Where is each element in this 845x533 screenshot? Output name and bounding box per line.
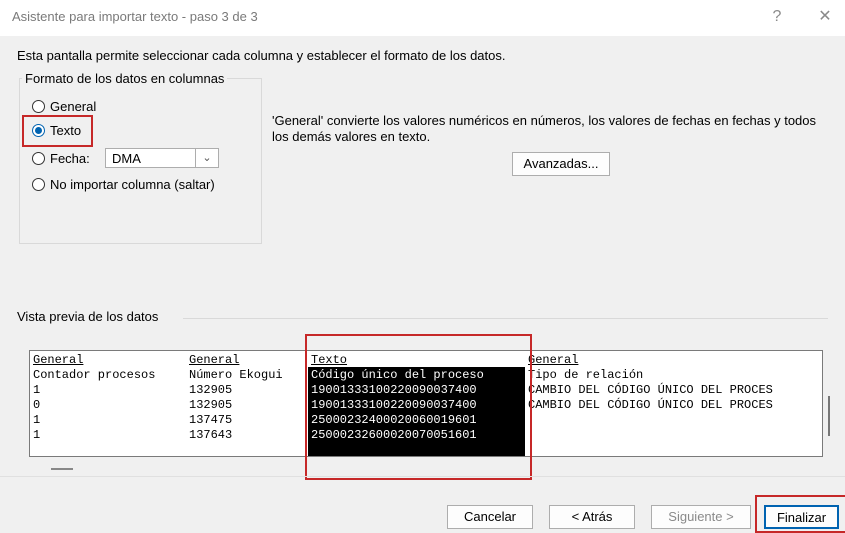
next-button[interactable]: Siguiente > xyxy=(651,505,751,529)
preview-cell: CAMBIO DEL CÓDIGO ÚNICO DEL PROCES xyxy=(528,398,773,412)
preview-divider xyxy=(183,318,828,319)
window-title: Asistente para importar texto - paso 3 d… xyxy=(12,9,258,24)
radio-icon[interactable] xyxy=(32,152,45,165)
radio-icon[interactable] xyxy=(32,178,45,191)
horizontal-scrollbar[interactable] xyxy=(51,468,73,470)
advanced-button[interactable]: Avanzadas... xyxy=(512,152,610,176)
finish-highlight-box xyxy=(755,495,845,533)
title-bar: Asistente para importar texto - paso 3 d… xyxy=(0,0,845,36)
preview-label: Vista previa de los datos xyxy=(17,309,159,324)
back-button[interactable]: < Atrás xyxy=(549,505,635,529)
radio-fecha-label: Fecha: xyxy=(50,151,90,166)
preview-column-header: General xyxy=(528,353,579,367)
vertical-scrollbar[interactable] xyxy=(828,396,830,436)
radio-skip[interactable]: No importar columna (saltar) xyxy=(32,177,215,192)
help-button[interactable]: ? xyxy=(764,6,790,28)
preview-cell: 132905 xyxy=(189,383,233,397)
format-info-text: 'General' convierte los valores numérico… xyxy=(272,113,817,144)
description-text: Esta pantalla permite seleccionar cada c… xyxy=(17,48,506,63)
preview-cell: 1 xyxy=(33,428,41,442)
radio-general[interactable]: General xyxy=(32,99,96,114)
radio-general-label: General xyxy=(50,99,97,114)
texto-highlight-box xyxy=(22,115,93,147)
preview-cell: Tipo de relación xyxy=(528,368,644,382)
preview-cell: 0 xyxy=(33,398,41,412)
cancel-button[interactable]: Cancelar xyxy=(447,505,533,529)
preview-cell: CAMBIO DEL CÓDIGO ÚNICO DEL PROCES xyxy=(528,383,773,397)
radio-skip-label: No importar columna (saltar) xyxy=(50,177,215,192)
dialog-content: Esta pantalla permite seleccionar cada c… xyxy=(0,36,845,533)
preview-cell: 137475 xyxy=(189,413,233,427)
preview-column-2[interactable]: General Número Ekogui 132905 132905 1374… xyxy=(186,351,308,456)
preview-cell: 1 xyxy=(33,413,41,427)
preview-column-header: General xyxy=(189,353,240,367)
preview-column-4[interactable]: General Tipo de relación CAMBIO DEL CÓDI… xyxy=(525,351,822,456)
footer-separator xyxy=(0,476,845,477)
radio-icon[interactable] xyxy=(32,100,45,113)
preview-column-1[interactable]: General Contador procesos 1 0 1 1 xyxy=(30,351,186,456)
texto-column-highlight-box xyxy=(305,334,532,480)
date-format-value: DMA xyxy=(112,151,141,166)
preview-cell: Número Ekogui xyxy=(189,368,283,382)
close-icon[interactable]: ✕ xyxy=(812,6,838,28)
preview-cell: Contador procesos xyxy=(33,368,156,382)
chevron-down-icon[interactable]: ⌄ xyxy=(195,149,218,167)
date-format-select[interactable]: DMA ⌄ xyxy=(105,148,219,168)
preview-cell: 132905 xyxy=(189,398,233,412)
format-group-legend: Formato de los datos en columnas xyxy=(22,71,228,86)
preview-cell: 1 xyxy=(33,383,41,397)
preview-cell: 137643 xyxy=(189,428,233,442)
preview-column-header: General xyxy=(33,353,84,367)
radio-fecha[interactable]: Fecha: xyxy=(32,151,90,166)
